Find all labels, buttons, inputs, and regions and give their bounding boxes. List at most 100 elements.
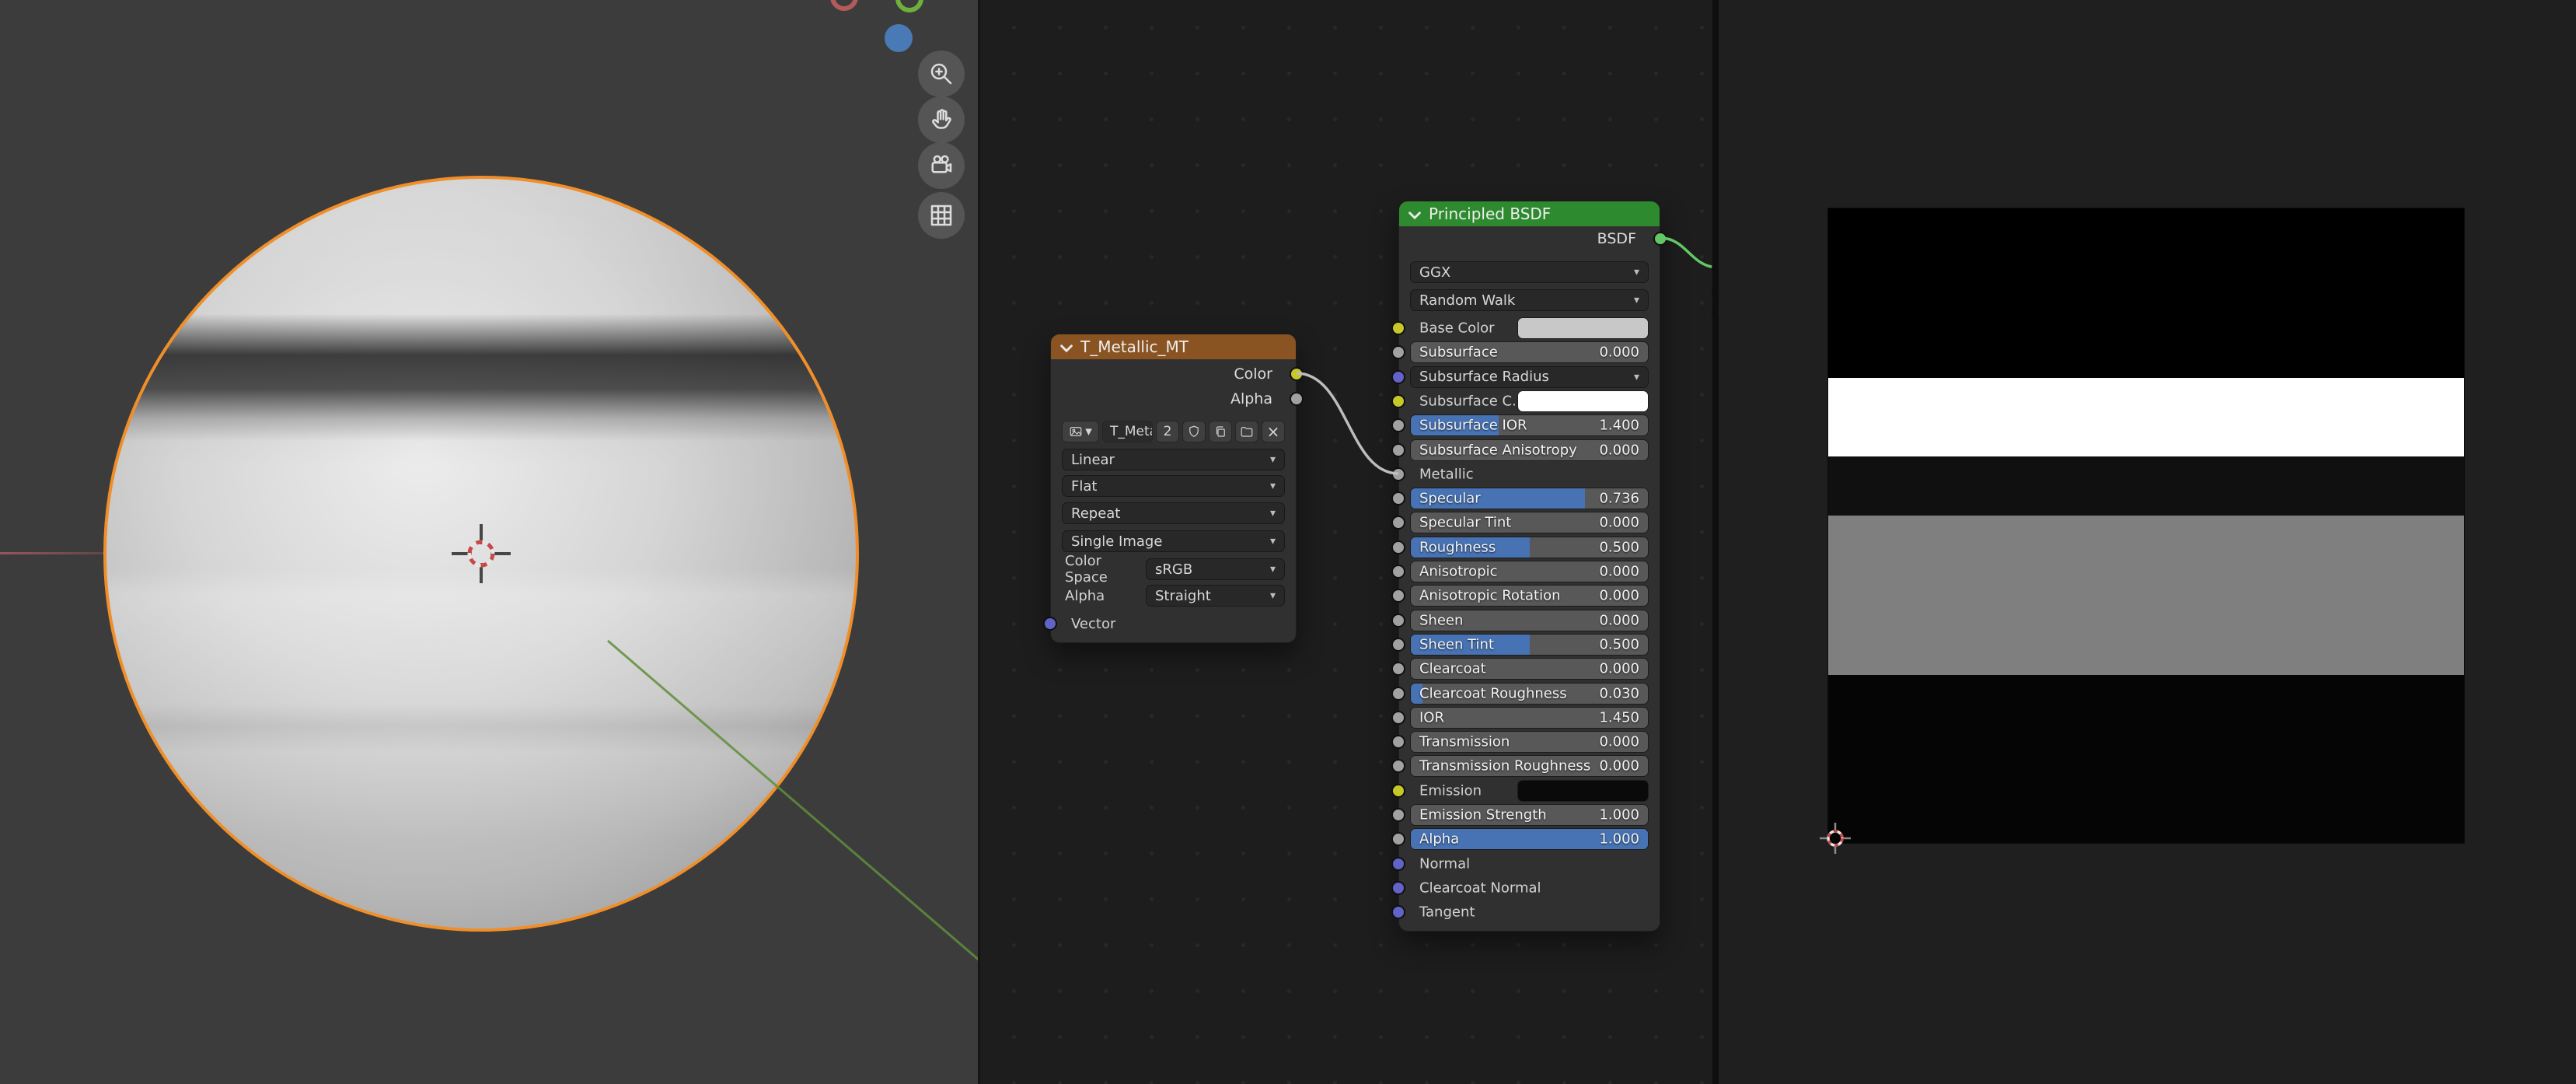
- slider-anisotropic-rotation[interactable]: Anisotropic Rotation0.000: [1410, 585, 1649, 607]
- distribution-dropdown[interactable]: GGX ▾: [1410, 261, 1649, 283]
- socket-emission-strength-input[interactable]: [1391, 808, 1405, 822]
- color-swatch-base-color[interactable]: [1517, 317, 1649, 339]
- slider-roughness[interactable]: Roughness0.500: [1410, 537, 1649, 558]
- duplicate-image-button[interactable]: [1209, 421, 1232, 442]
- slider-ior[interactable]: IOR1.450: [1410, 707, 1649, 729]
- alpha-mode-dropdown[interactable]: Straight ▾: [1146, 585, 1285, 607]
- dropdown-subsurface-radius[interactable]: Subsurface Radius▾: [1410, 366, 1649, 388]
- socket-bsdf-output[interactable]: [1653, 232, 1667, 246]
- open-image-button[interactable]: [1235, 421, 1258, 442]
- projection-value: Flat: [1071, 478, 1097, 495]
- socket-subsurface-ior-input[interactable]: [1391, 418, 1405, 432]
- slider-specular[interactable]: Specular0.736: [1410, 488, 1649, 509]
- users-count-button[interactable]: 2: [1156, 421, 1179, 442]
- color-space-dropdown[interactable]: sRGB ▾: [1146, 558, 1285, 580]
- editor-divider[interactable]: [1712, 0, 1719, 1084]
- sphere-object[interactable]: [103, 176, 859, 932]
- socket-alpha-input[interactable]: [1391, 832, 1405, 846]
- socket-specular-input[interactable]: [1391, 491, 1405, 505]
- image-texture-node-header[interactable]: T_Metallic_MT: [1051, 334, 1296, 359]
- socket-base-color-input[interactable]: [1391, 321, 1405, 335]
- projection-dropdown[interactable]: Flat ▾: [1062, 475, 1285, 497]
- image-browse-button[interactable]: ▾: [1062, 421, 1099, 442]
- socket-transmission-roughness-input[interactable]: [1391, 759, 1405, 773]
- image-texture-node[interactable]: T_Metallic_MT Color Alpha ▾ T_Metal... 2: [1050, 334, 1297, 643]
- slider-emission-strength[interactable]: Emission Strength1.000: [1410, 804, 1649, 826]
- subsurface-method-dropdown[interactable]: Random Walk ▾: [1410, 289, 1649, 311]
- pan-button[interactable]: [918, 96, 965, 143]
- slider-clearcoat[interactable]: Clearcoat0.000: [1410, 658, 1649, 680]
- slider-sheen-tint[interactable]: Sheen Tint0.500: [1410, 634, 1649, 656]
- slider-subsurface-anisotropy[interactable]: Subsurface Anisotropy0.000: [1410, 439, 1649, 461]
- socket-anisotropic-rotation-input[interactable]: [1391, 589, 1405, 603]
- socket-ior-input[interactable]: [1391, 711, 1405, 725]
- slider-specular-tint[interactable]: Specular Tint0.000: [1410, 512, 1649, 533]
- chevron-down-icon[interactable]: [1060, 337, 1073, 356]
- socket-clearcoat-roughness-input[interactable]: [1391, 687, 1405, 701]
- socket-sheen-input[interactable]: [1391, 614, 1405, 628]
- socket-specular-tint-input[interactable]: [1391, 516, 1405, 530]
- socket-metallic-input[interactable]: [1391, 467, 1405, 481]
- principled-bsdf-node[interactable]: Principled BSDF BSDF GGX ▾ Random Walk ▾…: [1398, 201, 1660, 932]
- extension-dropdown[interactable]: Repeat ▾: [1062, 502, 1285, 524]
- source-dropdown[interactable]: Single Image ▾: [1062, 530, 1285, 552]
- unlink-image-button[interactable]: ×: [1262, 421, 1285, 442]
- chevron-down-icon[interactable]: [1408, 205, 1421, 223]
- grid-ortho-button[interactable]: [918, 192, 965, 239]
- copy-icon: [1213, 425, 1227, 439]
- principled-bsdf-node-header[interactable]: Principled BSDF: [1399, 201, 1660, 226]
- gizmo-axis-blue[interactable]: [885, 24, 913, 52]
- socket-vector-input[interactable]: [1043, 617, 1057, 631]
- socket-subsurface-input[interactable]: [1391, 345, 1405, 359]
- socket-subsurface-anisotropy-input[interactable]: [1391, 443, 1405, 457]
- color-swatch-emission[interactable]: [1517, 780, 1649, 802]
- alpha-mode-value: Straight: [1155, 588, 1211, 604]
- socket-subsurface-radius-input[interactable]: [1391, 370, 1405, 384]
- socket-normal-input[interactable]: [1391, 857, 1405, 871]
- socket-sheen-tint-input[interactable]: [1391, 638, 1405, 652]
- image-name-field[interactable]: T_Metal...: [1102, 421, 1153, 442]
- slider-value: 0.000: [1599, 564, 1639, 580]
- shader-editor[interactable]: T_Metallic_MT Color Alpha ▾ T_Metal... 2: [978, 0, 1716, 1084]
- socket-anisotropic-input[interactable]: [1391, 565, 1405, 579]
- slider-label: Transmission Roughness: [1419, 758, 1590, 775]
- bsdf-row-specular-tint: Specular Tint0.000: [1410, 512, 1649, 533]
- socket-clearcoat-normal-input[interactable]: [1391, 881, 1405, 895]
- grid-ortho-icon: [927, 201, 955, 229]
- socket-clearcoat-input[interactable]: [1391, 662, 1405, 676]
- output-label-alpha: Alpha: [1230, 389, 1272, 409]
- gizmo-axis-red[interactable]: [830, 0, 858, 11]
- image-editor[interactable]: [1719, 0, 2576, 1084]
- slider-subsurface-ior[interactable]: Subsurface IOR1.400: [1410, 414, 1649, 436]
- socket-roughness-input[interactable]: [1391, 540, 1405, 554]
- slider-transmission[interactable]: Transmission0.000: [1410, 731, 1649, 753]
- slider-anisotropic[interactable]: Anisotropic0.000: [1410, 561, 1649, 582]
- socket-tangent-input[interactable]: [1391, 905, 1405, 919]
- socket-color-output[interactable]: [1290, 367, 1304, 381]
- bsdf-row-base-color: Base Color: [1410, 317, 1649, 339]
- bsdf-row-ior: IOR1.450: [1410, 707, 1649, 729]
- chevron-down-icon: ▾: [1270, 563, 1276, 575]
- slider-alpha[interactable]: Alpha1.000: [1410, 828, 1649, 850]
- zoom-button[interactable]: [918, 51, 965, 97]
- gizmo-axis-green[interactable]: [895, 0, 923, 12]
- fake-user-button[interactable]: [1182, 421, 1206, 442]
- socket-alpha-output[interactable]: [1290, 392, 1304, 406]
- distribution-value: GGX: [1419, 264, 1450, 281]
- slider-subsurface[interactable]: Subsurface0.000: [1410, 341, 1649, 363]
- viewport-3d[interactable]: [0, 0, 978, 1084]
- chevron-down-icon: ▾: [1085, 424, 1092, 439]
- input-label: Base Color: [1419, 320, 1495, 337]
- slider-clearcoat-roughness[interactable]: Clearcoat Roughness0.030: [1410, 683, 1649, 705]
- slider-label: IOR: [1419, 709, 1444, 726]
- socket-transmission-input[interactable]: [1391, 735, 1405, 749]
- slider-value: 0.000: [1599, 758, 1639, 775]
- socket-emission-input[interactable]: [1391, 784, 1405, 798]
- interpolation-dropdown[interactable]: Linear ▾: [1062, 449, 1285, 470]
- slider-sheen[interactable]: Sheen0.000: [1410, 610, 1649, 631]
- slider-value: 0.000: [1599, 588, 1639, 604]
- camera-view-button[interactable]: [918, 142, 965, 189]
- socket-subsurface-c-input[interactable]: [1391, 394, 1405, 408]
- color-swatch-subsurface-c[interactable]: [1517, 390, 1649, 412]
- slider-transmission-roughness[interactable]: Transmission Roughness 0.000: [1410, 755, 1649, 777]
